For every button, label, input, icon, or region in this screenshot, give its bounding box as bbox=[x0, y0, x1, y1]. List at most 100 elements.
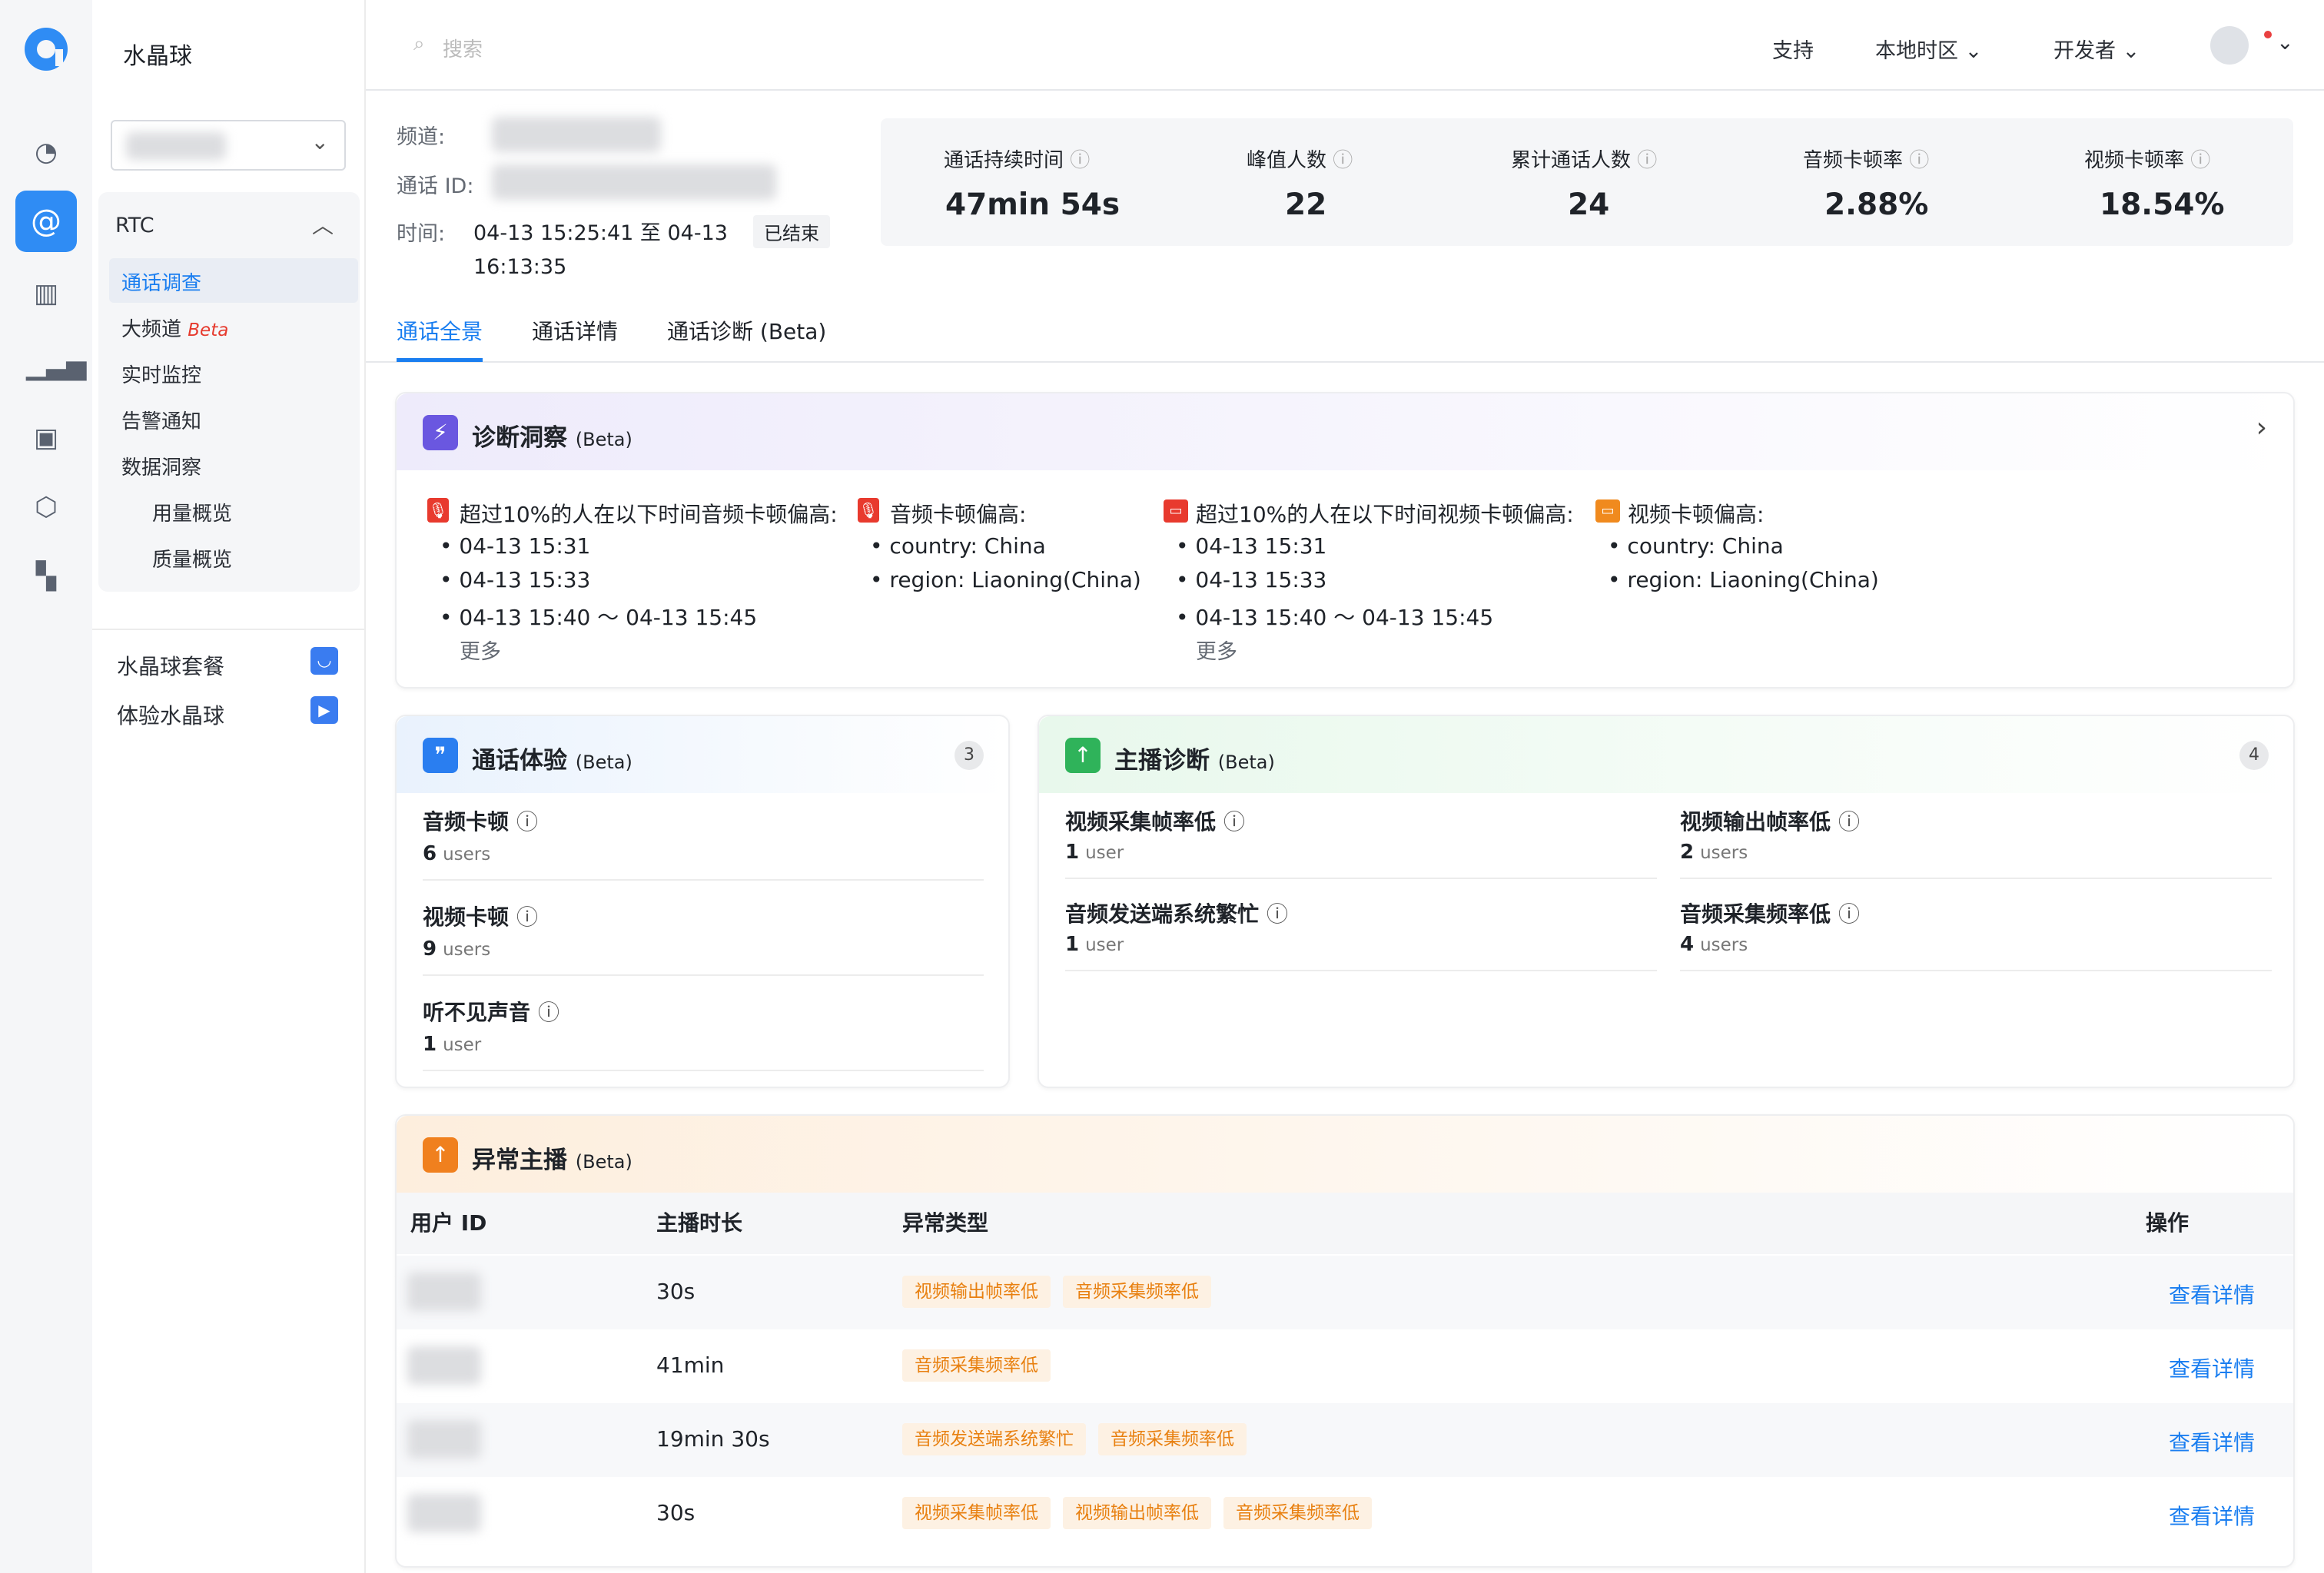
tab-diagnosis[interactable]: 通话诊断 (Beta) bbox=[667, 315, 826, 346]
info-icon[interactable]: ⓘ bbox=[1223, 809, 1245, 835]
metric-label: 听不见声音 ⓘ bbox=[423, 996, 559, 1027]
bar-chart-icon[interactable]: ▁▃▅ bbox=[26, 346, 86, 386]
view-details-link[interactable]: 查看详情 bbox=[2169, 1352, 2255, 1383]
metric-count: 9 users bbox=[423, 937, 490, 961]
avatar[interactable] bbox=[2210, 26, 2249, 65]
menu-usage[interactable]: 用量概览 bbox=[152, 498, 232, 526]
insight-country: • country: China bbox=[1608, 533, 1784, 559]
chevron-down-icon[interactable]: ⌄ bbox=[2276, 31, 2294, 55]
count-unit: users bbox=[1700, 843, 1748, 863]
rtc-group-label[interactable]: RTC bbox=[115, 214, 154, 237]
tab-overview[interactable]: 通话全景 bbox=[397, 315, 483, 346]
at-sign-icon[interactable]: @ bbox=[15, 191, 77, 252]
stat-label-text: 峰值人数 bbox=[1247, 149, 1327, 172]
help-icon[interactable]: ⓘ bbox=[2190, 149, 2210, 172]
divider bbox=[92, 629, 366, 630]
search-input[interactable]: 搜索 bbox=[443, 34, 483, 62]
view-details-link[interactable]: 查看详情 bbox=[2169, 1279, 2255, 1309]
insight-title: 视频卡顿偏高: bbox=[1628, 502, 1765, 527]
count-unit: users bbox=[443, 845, 491, 864]
pie-chart-icon[interactable]: ◔ bbox=[26, 132, 66, 172]
menu-large-channel[interactable]: 大频道 Beta bbox=[121, 314, 228, 342]
trial-link[interactable]: 体验水晶球 bbox=[117, 699, 224, 730]
help-icon[interactable]: ⓘ bbox=[1333, 149, 1353, 172]
help-icon[interactable]: ⓘ bbox=[1909, 149, 1929, 172]
developer-label: 开发者 bbox=[2053, 39, 2116, 63]
divider bbox=[423, 974, 984, 976]
metric-count: 4 users bbox=[1680, 933, 1748, 956]
view-details-link[interactable]: 查看详情 bbox=[2169, 1500, 2255, 1531]
card-title-text: 通话体验 bbox=[472, 747, 567, 775]
more-link[interactable]: 更多 bbox=[460, 635, 501, 665]
stat-label-text: 音频卡顿率 bbox=[1803, 149, 1904, 172]
wallet-icon[interactable]: ▣ bbox=[26, 418, 66, 458]
cube-icon[interactable]: ⬡ bbox=[26, 487, 66, 527]
insight-title: 超过10%的人在以下时间视频卡顿偏高: bbox=[1196, 502, 1574, 527]
arrow-up-icon: ↑ bbox=[1065, 738, 1101, 773]
map-icon[interactable]: ▥ bbox=[26, 274, 66, 314]
count-unit: user bbox=[1085, 843, 1124, 863]
type-tag: 音频采集频率低 bbox=[1063, 1276, 1211, 1308]
insight-time: • 04-13 15:31 bbox=[440, 533, 591, 559]
chevron-down-icon: ⌄ bbox=[310, 129, 329, 154]
chevron-up-icon[interactable]: ︿ bbox=[312, 209, 334, 240]
type-tag: 音频发送端系统繁忙 bbox=[902, 1423, 1086, 1455]
beta-label: (Beta) bbox=[575, 1151, 632, 1173]
menu-realtime-monitor[interactable]: 实时监控 bbox=[121, 360, 201, 388]
more-link[interactable]: 更多 bbox=[1196, 635, 1237, 665]
blurred-value bbox=[126, 132, 226, 160]
quote-icon: ❞ bbox=[423, 738, 458, 773]
support-link[interactable]: 支持 bbox=[1772, 34, 1814, 64]
info-icon[interactable]: ⓘ bbox=[1838, 809, 1860, 835]
divider bbox=[423, 1070, 984, 1071]
insight-time: • 04-13 15:40 ～ 04-13 15:45 bbox=[1176, 605, 1494, 630]
project-select[interactable]: ⌄ bbox=[111, 120, 346, 171]
tab-details[interactable]: 通话详情 bbox=[532, 315, 618, 346]
developer-dropdown[interactable]: 开发者 ⌄ bbox=[2053, 34, 2140, 64]
card-title: 异常主播 (Beta) bbox=[472, 1140, 632, 1175]
divider bbox=[1680, 970, 2272, 971]
metric-label: 音频采集频率低 ⓘ bbox=[1680, 898, 1860, 928]
status-badge: 已结束 bbox=[753, 215, 830, 248]
country-text: country: China bbox=[1627, 533, 1784, 559]
region-text: region: Liaoning(China) bbox=[889, 567, 1141, 592]
metric-label-text: 音频采集频率低 bbox=[1680, 901, 1831, 927]
video-icon: ▭ bbox=[1595, 499, 1620, 523]
count-unit: users bbox=[443, 940, 491, 960]
user-id bbox=[407, 1273, 481, 1311]
info-icon[interactable]: ⓘ bbox=[1838, 901, 1860, 927]
chevron-down-icon: ⌄ bbox=[1964, 39, 1983, 63]
rtc-menu: RTC ︿ 通话调查 大频道 Beta 实时监控 告警通知 数据洞察 用量概览 … bbox=[98, 192, 360, 592]
info-icon[interactable]: ⓘ bbox=[1267, 901, 1288, 927]
apps-icon[interactable]: ▚ bbox=[26, 556, 66, 596]
stat-value: 18.54% bbox=[2100, 187, 2225, 222]
insight-country: • country: China bbox=[870, 533, 1046, 559]
experience-card: ❞ 通话体验 (Beta) 3 音频卡顿 ⓘ 6 users 视频卡顿 ⓘ 9 users 听不… bbox=[395, 715, 1010, 1088]
menu-call-survey[interactable]: 通话调查 bbox=[121, 267, 201, 296]
menu-alert[interactable]: 告警通知 bbox=[121, 406, 201, 434]
view-details-link[interactable]: 查看详情 bbox=[2169, 1426, 2255, 1457]
beta-label: (Beta) bbox=[575, 429, 632, 450]
card-title-text: 诊断洞察 bbox=[472, 424, 567, 452]
package-link[interactable]: 水晶球套餐 bbox=[117, 650, 224, 681]
info-icon[interactable]: ⓘ bbox=[516, 904, 538, 930]
time-text: 04-13 15:40 ～ 04-13 15:45 bbox=[459, 605, 758, 630]
chevron-right-icon[interactable]: › bbox=[2256, 412, 2267, 443]
timezone-dropdown[interactable]: 本地时区 ⌄ bbox=[1875, 34, 1982, 64]
play-icon: ▶ bbox=[310, 696, 338, 724]
help-icon[interactable]: ⓘ bbox=[1637, 149, 1657, 172]
region-text: region: Liaoning(China) bbox=[1627, 567, 1879, 592]
stat-label: 音频卡顿率 ⓘ bbox=[1803, 144, 1929, 173]
card-title-text: 主播诊断 bbox=[1114, 747, 1210, 775]
icon-rail: ◔ @ ▥ ▁▃▅ ▣ ⬡ ▚ bbox=[0, 0, 92, 1573]
menu-large-channel-label: 大频道 bbox=[121, 318, 182, 341]
table-row: 19min 30s 音频发送端系统繁忙 音频采集频率低 查看详情 bbox=[397, 1403, 2293, 1477]
menu-quality[interactable]: 质量概览 bbox=[152, 544, 232, 572]
stat-label-text: 累计通话人数 bbox=[1511, 149, 1632, 172]
type-tag: 音频采集频率低 bbox=[1098, 1423, 1247, 1455]
count-badge: 3 bbox=[954, 741, 984, 770]
menu-data-insight[interactable]: 数据洞察 bbox=[121, 452, 201, 480]
info-icon[interactable]: ⓘ bbox=[538, 1000, 559, 1025]
help-icon[interactable]: ⓘ bbox=[1070, 149, 1090, 172]
info-icon[interactable]: ⓘ bbox=[516, 809, 538, 835]
